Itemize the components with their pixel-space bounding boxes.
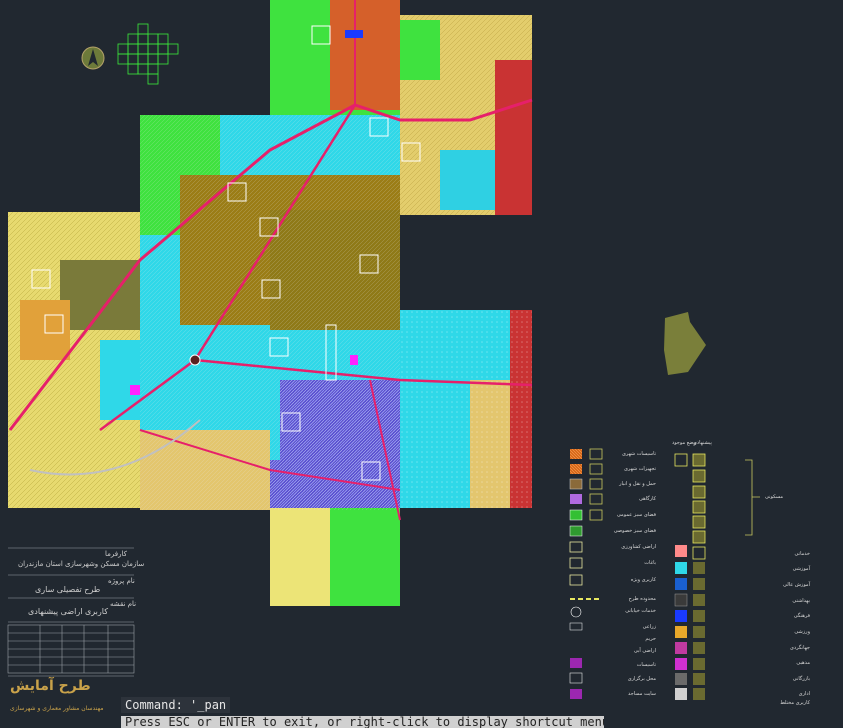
legend-item-left: تجهیزات شهری [623,466,656,472]
legend-header-proposed: پیشنهادی [693,440,712,446]
client-name: سازمان مسکن وشهرسازی استان مازندران [18,560,145,568]
legend-item-right: آموزش عالی [783,582,810,588]
legend-item-right: جهانگردی [790,645,810,651]
legend-item-right: بهداشتی [792,598,810,604]
project-name: طرح تفصیلی ساری [35,585,101,594]
project-label: نام پروژه [108,577,135,585]
legend-residential-group: مسکونی [765,494,784,500]
consultant-logo: طرح آمایش [10,678,91,694]
legend-item-left: خدمات خیابانی [625,608,656,614]
legend-item-left: محدوده طرح [628,596,656,602]
legend-item-right: مذهبی [796,660,810,666]
north-arrow-icon [81,46,105,70]
legend-item-left: سایت مساجد [628,691,656,697]
legend-item-left: فضای سبز خصوصی [613,528,656,534]
land-use-map [8,0,533,606]
legend-item-left: اراضی کشاورزی [621,544,656,550]
cad-drawing-canvas[interactable] [0,0,843,725]
legend-item-left: حمل و نقل و انبار [619,481,656,487]
legend-item-left: کاربری ویژه [630,577,656,583]
legend-item-right: خدماتی [794,551,810,557]
client-label: کارفرما [105,550,127,558]
legend-item-right: ورزشی [794,629,810,635]
drawing-label: نام نقشه [110,600,137,608]
legend-item-left: باغات [644,560,656,566]
sheet-index-grid-icon [117,23,179,85]
command-history: Command: '_pan [121,697,231,713]
legend-item-left: کارگاهی [638,496,656,502]
legend-item-left: حریم [645,636,656,642]
legend-item-left: محل برگزاری [627,676,656,682]
legend-item-left: تاسیسات [636,662,656,668]
legend-item-right: کاربری مختلط [780,700,810,706]
legend-item-left: اراضی آبی [633,648,656,654]
legend-swatches [569,448,760,700]
legend-item-right: اداری [798,691,810,697]
logo-shape-icon [664,312,706,375]
legend-item-right: بازرگانی [792,676,810,682]
legend-item-left: فضای سبز عمومی [616,512,656,518]
command-prompt[interactable]: Press ESC or ENTER to exit, or right-cli… [121,716,604,728]
legend-item-right: فرهنگی [793,613,810,619]
drawing-name: کاربری اراضی پیشنهادی [28,607,109,616]
legend-item-left: زراعی [642,624,656,630]
legend-item-left: تاسیسات شهری [621,451,656,457]
consultant-subtitle: مهندسان مشاور معماری و شهرسازی [10,705,104,712]
legend-item-right: آموزشی [792,566,810,572]
